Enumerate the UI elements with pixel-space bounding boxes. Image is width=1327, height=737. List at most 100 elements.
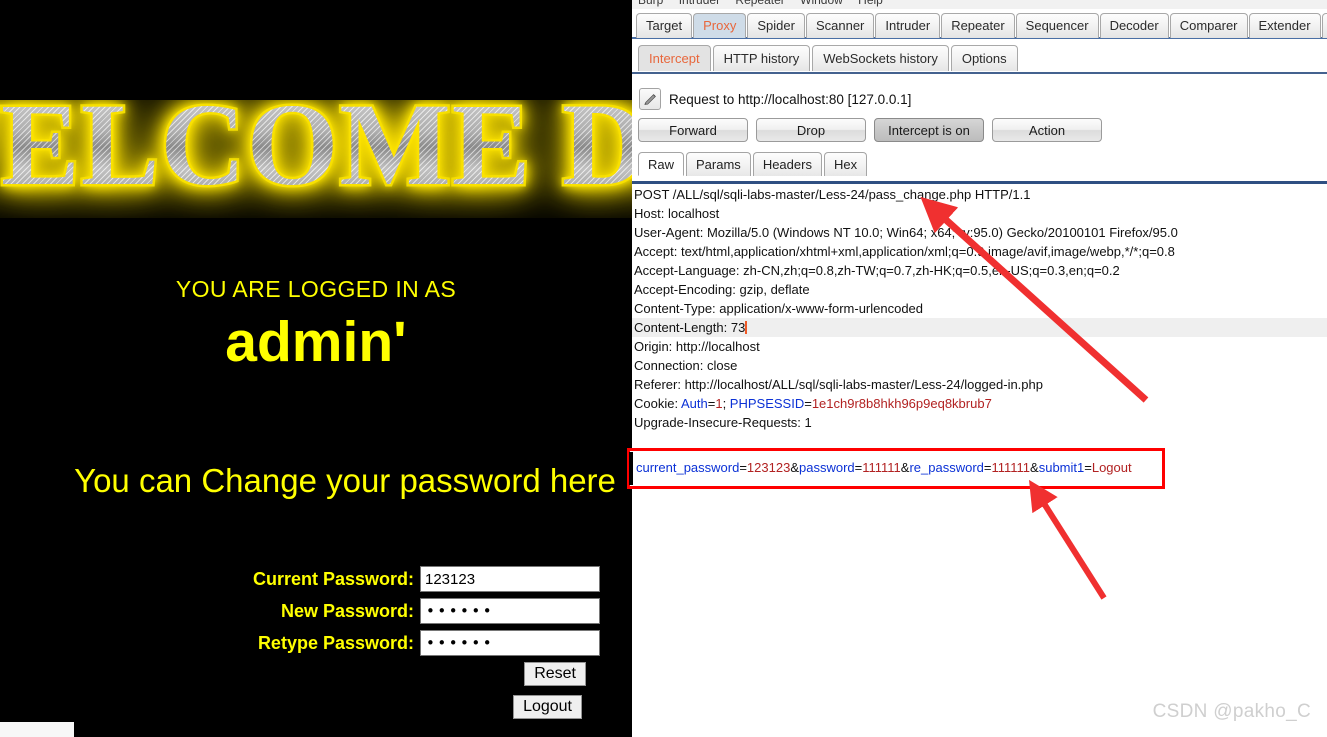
retype-password-row: Retype Password: •••••• [0,630,600,656]
current-password-row: Current Password: [0,566,600,592]
cookie-token: 1e1ch9r8b8hkh96p9eq8kbrub7 [811,396,992,411]
subtab-http-history[interactable]: HTTP history [712,45,811,71]
burp-suite-window: Burp Intruder Repeater Window Help Targe… [632,0,1327,737]
logout-button[interactable]: Logout [513,695,582,719]
tab-scanner[interactable]: Scanner [805,13,875,38]
tab-sequencer[interactable]: Sequencer [1015,13,1099,38]
raw-line-text: POST /ALL/sql/sqli-labs-master/Less-24/p… [634,187,1031,202]
raw-line-text: Connection: close [634,358,738,373]
raw-line-text: Content-Length: 73 [634,320,746,335]
logout-button-row: Logout [0,690,600,719]
raw-request-line: Content-Type: application/x-www-form-url… [634,299,923,318]
raw-request-line: Origin: http://localhost [634,337,760,356]
burp-main-tabstrip: Target Proxy Spider Scanner Intruder Rep… [632,9,1327,39]
menu-burp[interactable]: Burp [638,0,663,7]
cookie-token: = [804,396,812,411]
tab-decoder[interactable]: Decoder [1099,13,1169,38]
retype-password-input[interactable]: •••••• [420,630,600,656]
post-body-token: = [1084,460,1092,475]
raw-request-line: User-Agent: Mozilla/5.0 (Windows NT 10.0… [634,223,1178,242]
message-view-tabs: Raw Params Headers Hex [638,152,869,176]
tab-spider[interactable]: Spider [747,13,805,38]
cookie-token: Cookie: [634,396,681,411]
post-body-token: 123123 [746,460,791,475]
tab-extender[interactable]: Extender [1248,13,1321,38]
tab-comparer[interactable]: Comparer [1169,13,1248,38]
post-body-token: Logout [1091,460,1132,475]
tab-proxy[interactable]: Proxy [693,13,747,38]
welcome-banner: WELCOME DHAKKAN WELCOME DHAKKAN [0,100,632,218]
new-password-row: New Password: •••••• [0,598,600,624]
intercept-action-buttons: Forward Drop Intercept is on Action [638,118,1110,142]
menu-repeater[interactable]: Repeater [735,0,784,7]
new-password-input[interactable]: •••••• [420,598,600,624]
subtab-intercept[interactable]: Intercept [638,45,711,71]
raw-line-text: User-Agent: Mozilla/5.0 (Windows NT 10.0… [634,225,1178,240]
current-password-input[interactable] [420,566,600,592]
welcome-banner-text: WELCOME DHAKKAN [0,100,632,204]
pencil-icon [639,88,661,110]
menu-window[interactable]: Window [800,0,843,7]
request-target-label: Request to http://localhost:80 [127.0.0.… [669,91,912,107]
change-password-heading: You can Change your password here [74,462,616,499]
tab-target[interactable]: Target [636,13,693,38]
tab-repeater[interactable]: Repeater [941,13,1015,38]
tab-intruder[interactable]: Intruder [875,13,941,38]
post-body-token: current_password [636,460,740,475]
text-caret [745,321,748,334]
retype-password-label: Retype Password: [257,632,414,653]
post-body-token: = [739,460,747,475]
post-body-token: 111111 [862,460,901,475]
logged-in-label: YOU ARE LOGGED IN AS [175,276,457,302]
proxy-subtabstrip: Intercept HTTP history WebSockets histor… [632,41,1327,74]
raw-request-line: Content-Length: 73 [632,318,1327,337]
post-body-token: password [798,460,855,475]
raw-request-line: Cookie: Auth=1; PHPSESSID=1e1ch9r8b8hkh9… [634,394,992,413]
post-body-token: 111111 [991,460,1031,475]
raw-request-line: Connection: close [634,356,737,375]
post-body-highlight-box: current_password=123123&password=111111&… [627,448,1165,489]
msgtab-raw[interactable]: Raw [638,152,685,176]
post-body-token: re_password [909,460,984,475]
post-body-token: submit1 [1038,460,1085,475]
raw-request-line: POST /ALL/sql/sqli-labs-master/Less-24/p… [634,185,1030,204]
raw-request-line: Referer: http://localhost/ALL/sql/sqli-l… [634,375,1043,394]
reset-button-row: Reset [0,662,600,686]
csdn-watermark: CSDN @pakho_C [1152,701,1311,722]
intercept-toggle-button[interactable]: Intercept is on [874,118,984,142]
request-title-row: Request to http://localhost:80 [127.0.0.… [639,88,911,110]
action-button[interactable]: Action [992,118,1102,142]
raw-line-text: Upgrade-Insecure-Requests: 1 [634,415,812,430]
msgtab-params[interactable]: Params [686,152,751,176]
msgtab-hex[interactable]: Hex [823,152,868,176]
menu-help[interactable]: Help [858,0,883,7]
raw-request-line: Accept-Encoding: gzip, deflate [634,280,810,299]
forward-button[interactable]: Forward [638,118,748,142]
current-password-label: Current Password: [252,568,414,589]
post-body-token: & [1030,460,1039,475]
raw-line-text: Origin: http://localhost [634,339,760,354]
raw-request-line: Host: localhost [634,204,719,223]
text-cursor-bar [629,452,633,485]
drop-button[interactable]: Drop [756,118,866,142]
msgtab-headers[interactable]: Headers [752,152,822,176]
burp-menu-items[interactable]: Burp Intruder Repeater Window Help [638,0,895,7]
burp-menu-bar: Burp Intruder Repeater Window Help [632,0,1327,9]
raw-request-line: Upgrade-Insecure-Requests: 1 [634,413,812,432]
raw-request-line: Accept: text/html,application/xhtml+xml,… [634,242,1175,261]
raw-line-text: Content-Type: application/x-www-form-url… [634,301,924,316]
subtab-websockets-history[interactable]: WebSockets history [812,45,949,71]
raw-line-text: Host: localhost [634,206,720,221]
browser-page-panel: WELCOME DHAKKAN WELCOME DHAKKAN YOU ARE … [0,0,632,737]
raw-line-text: Referer: http://localhost/ALL/sql/sqli-l… [634,377,1043,392]
raw-request-line: Accept-Language: zh-CN,zh;q=0.8,zh-TW;q=… [634,261,1120,280]
raw-line-text: Accept-Encoding: gzip, deflate [634,282,810,297]
menu-intruder[interactable]: Intruder [679,0,720,7]
subtab-options[interactable]: Options [950,45,1018,71]
new-password-label: New Password: [280,600,414,621]
intercept-header: Request to http://localhost:80 [127.0.0.… [632,76,1327,182]
screenshot-root: WELCOME DHAKKAN WELCOME DHAKKAN YOU ARE … [0,0,1327,737]
reset-button[interactable]: Reset [524,662,586,686]
post-body-text: current_password=123123&password=111111&… [636,460,1132,475]
tab-project[interactable]: Project [1321,13,1327,38]
